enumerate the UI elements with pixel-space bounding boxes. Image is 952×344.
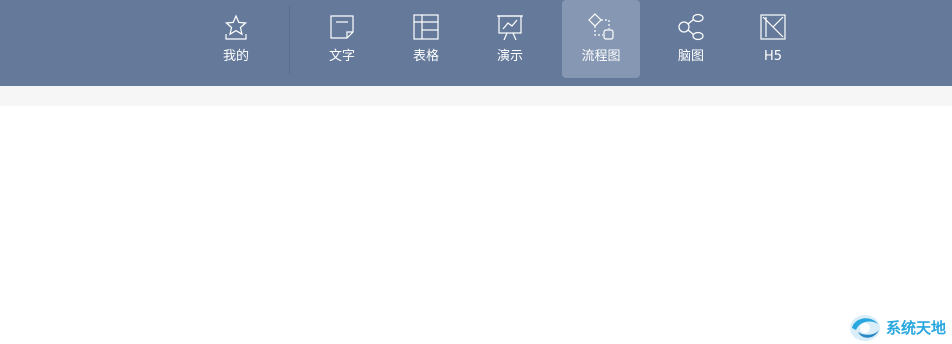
tool-label: 流程图: [581, 49, 621, 64]
tool-label: 我的: [222, 49, 249, 64]
tool-table[interactable]: 表格: [387, 0, 465, 78]
table-icon: [411, 12, 441, 42]
tool-label: 演示: [496, 49, 523, 64]
tool-h5[interactable]: H5: [734, 0, 812, 78]
top-toolbar: 我的 文字 表格 演示 流程图 脑图 H5: [0, 0, 952, 86]
watermark-text: 系统天地: [886, 318, 947, 337]
tool-label: H5: [763, 49, 783, 64]
flowchart-icon: [586, 12, 616, 42]
tool-label: 表格: [412, 49, 439, 64]
star-icon: [221, 12, 251, 42]
document-icon: [327, 12, 357, 42]
toolbar-divider: [289, 6, 290, 74]
mindmap-icon: [676, 12, 706, 42]
tool-mindmap[interactable]: 脑图: [652, 0, 730, 78]
tool-label: 脑图: [677, 49, 704, 64]
tool-text[interactable]: 文字: [303, 0, 381, 78]
h5-icon: [758, 12, 788, 42]
tool-label: 文字: [328, 49, 355, 64]
watermark: 系统天地: [846, 310, 946, 344]
presentation-icon: [495, 12, 525, 42]
sub-toolbar: [0, 86, 952, 106]
main-content-area: [0, 106, 952, 344]
tool-presentation[interactable]: 演示: [471, 0, 549, 78]
tool-my[interactable]: 我的: [197, 0, 275, 78]
logo-icon: [846, 310, 884, 344]
tool-flowchart[interactable]: 流程图: [562, 0, 640, 78]
